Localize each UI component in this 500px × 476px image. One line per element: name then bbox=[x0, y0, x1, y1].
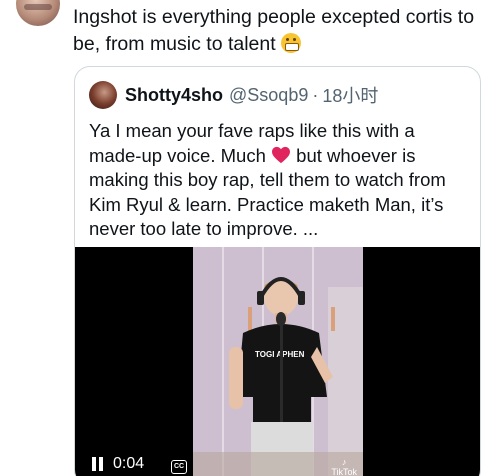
red-heart-icon bbox=[271, 146, 291, 164]
grimacing-face-icon bbox=[281, 33, 302, 53]
tiktok-watermark-text: TikTok bbox=[331, 467, 357, 476]
quoted-tweet-card[interactable]: Shotty4sho @Ssoqb9 · 18小时 Ya I mean your… bbox=[74, 66, 481, 476]
quoted-tweet-text: Ya I mean your fave raps like this with … bbox=[89, 119, 469, 242]
quoted-timestamp[interactable]: 18小时 bbox=[322, 82, 378, 108]
reply-text-body: Ingshot is everything people excepted co… bbox=[73, 6, 475, 55]
pause-icon[interactable] bbox=[91, 457, 105, 471]
tiktok-icon: ♪ bbox=[341, 457, 347, 467]
quoted-author-handle[interactable]: @Ssoqb9 bbox=[229, 85, 308, 106]
quoted-author-avatar[interactable] bbox=[89, 81, 117, 109]
closed-captions-icon[interactable]: CC bbox=[171, 460, 187, 474]
video-player[interactable]: TOGI APHEN ♪ TikTok 0:04 CC bbox=[75, 247, 480, 476]
tiktok-watermark: ♪ TikTok bbox=[331, 457, 357, 476]
separator-dot: · bbox=[312, 84, 319, 105]
video-scene: TOGI APHEN bbox=[193, 247, 363, 476]
reply-author-avatar[interactable] bbox=[16, 0, 60, 26]
quoted-tweet-header: Shotty4sho @Ssoqb9 · 18小时 bbox=[89, 81, 378, 109]
video-time: 0:04 bbox=[113, 455, 145, 472]
shirt-print-text: TOGI APHEN bbox=[255, 350, 305, 359]
quoted-author-name[interactable]: Shotty4sho bbox=[125, 85, 223, 106]
reply-text: Ingshot is everything people excepted co… bbox=[73, 4, 493, 58]
video-frame: TOGI APHEN ♪ TikTok bbox=[193, 247, 363, 476]
video-controls: 0:04 bbox=[91, 455, 144, 473]
tweet-reply: Ingshot is everything people excepted co… bbox=[0, 0, 500, 476]
